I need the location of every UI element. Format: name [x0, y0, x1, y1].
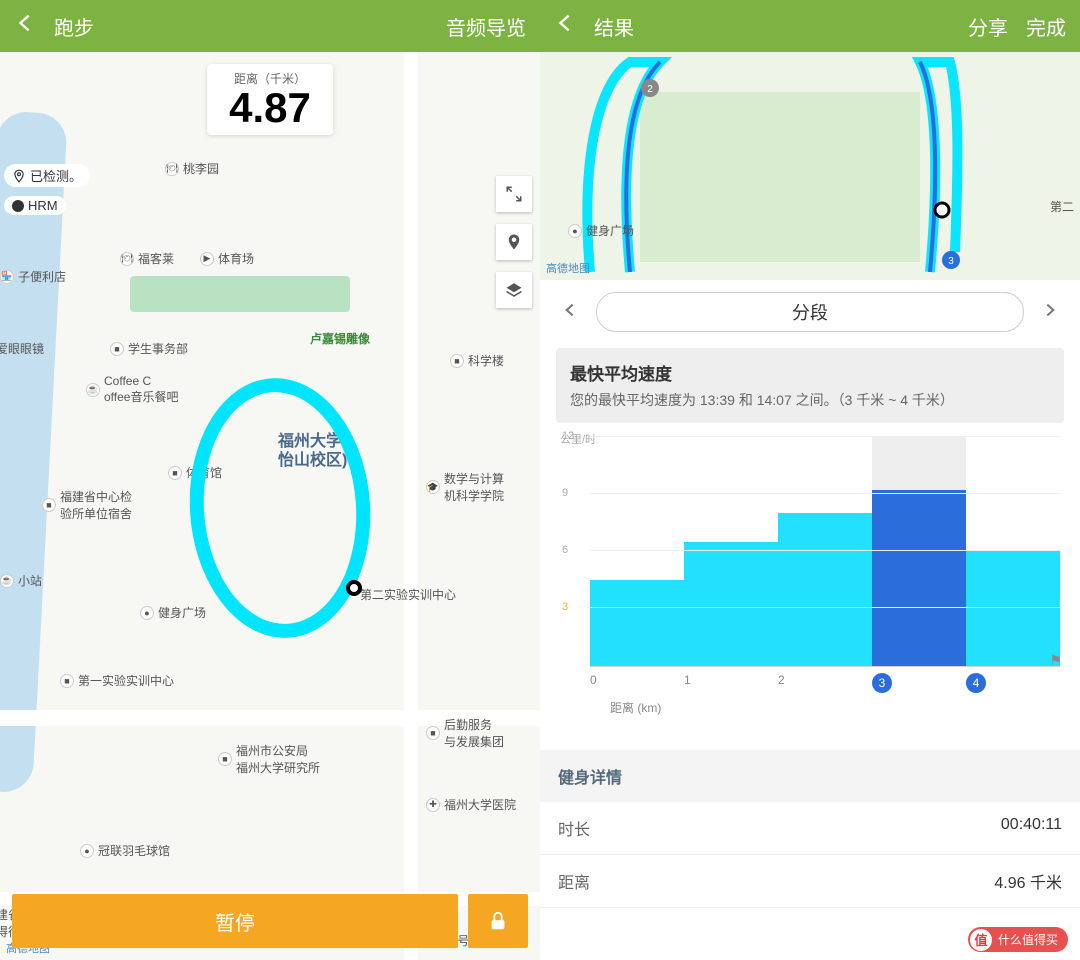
chart-bar[interactable]: [966, 437, 1060, 666]
chart-bar[interactable]: [872, 437, 966, 666]
result-map-canvas[interactable]: 2 3 ●健身广场 第二 高德地图: [540, 52, 1080, 280]
map-poi: 第二实验实训中心: [360, 586, 456, 603]
locate-button[interactable]: [496, 224, 532, 260]
map-poi: ✚福州大学医院: [426, 796, 516, 813]
detail-row: 时长00:40:11: [540, 802, 1080, 855]
svg-text:2: 2: [647, 84, 653, 95]
audio-guide-button[interactable]: 音频导览: [446, 12, 526, 41]
hrm-status-pill: HRM: [4, 196, 66, 215]
right-screen: 结果 分享 完成 2 3 ●健身广场 第二 高德地图 分段: [540, 0, 1080, 960]
collapse-button[interactable]: [496, 176, 532, 212]
map-poi: ●健身广场: [140, 604, 206, 621]
chart-xtick: 2: [778, 673, 872, 693]
map-poi: 🏪子便利店: [0, 268, 66, 285]
chart-xtick: 0: [590, 673, 684, 693]
fastest-speed-tip: 最快平均速度 您的最快平均速度为 13:39 和 14:07 之间。（3 千米 …: [556, 348, 1064, 423]
right-topbar: 结果 分享 完成: [540, 0, 1080, 52]
chart-bar[interactable]: [684, 437, 778, 666]
map-poi: ☕小站: [0, 572, 42, 589]
left-topbar: 跑步 音频导览: [0, 0, 540, 52]
map-poi: 卢嘉锡雕像: [310, 330, 370, 347]
chart-xtick: 4: [966, 673, 1060, 693]
tip-body: 您的最快平均速度为 13:39 和 14:07 之间。（3 千米 ~ 4 千米）: [570, 391, 1050, 411]
prev-segment-button[interactable]: [556, 296, 584, 329]
chart-bar[interactable]: [590, 437, 684, 666]
share-button[interactable]: 分享: [968, 12, 1008, 41]
map-poi: 🎓数学与计算 机科学学院: [426, 470, 504, 504]
layers-button[interactable]: [496, 272, 532, 308]
tip-title: 最快平均速度: [570, 360, 1050, 385]
map-poi-gym: ●健身广场: [568, 222, 634, 239]
chart-xtick: 3: [872, 673, 966, 693]
detail-row: 距离4.96 千米: [540, 855, 1080, 908]
map-poi: ■福建省中心检 验所单位宿舍: [42, 488, 132, 522]
map-attribution: 高德地图: [546, 260, 590, 276]
current-position-marker: [346, 580, 362, 596]
chart-xlabel: 距离 (km): [610, 699, 1060, 716]
svg-text:3: 3: [948, 256, 954, 267]
right-title: 结果: [594, 12, 950, 41]
map-poi: ■第一实验实训中心: [60, 672, 174, 689]
chart-xtick: 1: [684, 673, 778, 693]
map-poi: 🍽福客莱: [120, 250, 174, 267]
distance-display: 距离（千米） 4.87: [207, 64, 333, 135]
hrm-status-text: HRM: [28, 198, 58, 213]
map-poi: ■学生事务部: [110, 340, 188, 357]
next-segment-button[interactable]: [1036, 296, 1064, 329]
left-map-canvas[interactable]: 距离（千米） 4.87 已检测。 HRM 🍽桃李园 🏪子便利店 🍽福客莱 ▶体育场爱眼…: [0, 52, 540, 960]
action-button-bar: 暂停: [12, 894, 528, 948]
distance-value: 4.87: [229, 87, 311, 129]
back-arrow-icon[interactable]: [14, 12, 36, 40]
map-poi: 🍽桃李园: [165, 160, 219, 177]
smzdm-watermark: 什么值得买: [968, 927, 1068, 952]
details-header: 健身详情: [540, 750, 1080, 802]
map-poi: ■科学楼: [450, 352, 504, 369]
done-button[interactable]: 完成: [1026, 12, 1066, 41]
speed-chart: 公里/时 36912⚑ 01234 距离 (km): [540, 433, 1080, 732]
result-main: 分段 最快平均速度 您的最快平均速度为 13:39 和 14:07 之间。（3 …: [540, 280, 1080, 960]
left-title: 跑步: [54, 12, 428, 41]
map-poi: ■后勤服务 与发展集团: [426, 716, 504, 750]
gps-status-pill: 已检测。: [4, 164, 90, 187]
gps-status-text: 已检测。: [30, 166, 82, 185]
segment-nav: 分段: [540, 280, 1080, 344]
map-poi: ▶体育场: [200, 250, 254, 267]
map-poi: ☕Coffee C offee音乐餐吧: [86, 374, 178, 405]
map-poi-bldg: 第二: [1050, 198, 1074, 215]
segment-tab[interactable]: 分段: [596, 292, 1024, 332]
chart-bar[interactable]: [778, 437, 872, 666]
back-arrow-icon[interactable]: [554, 12, 576, 40]
map-poi: ■福州市公安局 福州大学研究所: [218, 742, 320, 776]
map-poi: 爱眼眼镜: [0, 340, 44, 357]
finish-flag-icon: ⚑: [1049, 652, 1062, 669]
left-screen: 跑步 音频导览 距离（千米） 4.87 已检测。 HRM 🍽桃李园🏪子: [0, 0, 540, 960]
gps-track-path: [181, 372, 379, 644]
lock-button[interactable]: [468, 894, 528, 948]
map-poi: ●冠联羽毛球馆: [80, 842, 170, 859]
pause-button[interactable]: 暂停: [12, 894, 458, 948]
